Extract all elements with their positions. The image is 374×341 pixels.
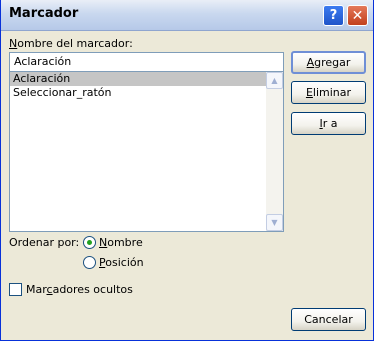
hidden-bookmarks-label[interactable]: Marcadores ocultos: [26, 283, 133, 296]
goto-button[interactable]: Ir a: [291, 112, 366, 135]
hidden-bookmarks-checkbox[interactable]: [9, 283, 22, 296]
list-scrollbar[interactable]: ▲ ▼: [266, 72, 283, 231]
chevron-up-icon: ▲: [271, 76, 278, 85]
bookmark-name-input[interactable]: Aclaración: [9, 52, 284, 72]
scroll-up-button[interactable]: ▲: [266, 72, 283, 89]
sort-by-position-label[interactable]: Posición: [99, 256, 144, 269]
help-button[interactable]: ?: [323, 5, 344, 26]
title-bar[interactable]: Marcador ? ✕: [1, 0, 373, 31]
delete-button[interactable]: Eliminar: [291, 81, 366, 104]
cancel-button[interactable]: Cancelar: [291, 308, 366, 331]
sort-label: Ordenar por:: [9, 236, 80, 249]
sort-by-name-label[interactable]: Nombre: [99, 236, 143, 249]
radio-selected-dot: [87, 240, 92, 245]
chevron-down-icon: ▼: [271, 218, 278, 227]
add-button[interactable]: Agregar: [291, 51, 366, 74]
bookmark-list[interactable]: Aclaración Seleccionar_ratón ▲ ▼: [9, 72, 284, 232]
scroll-down-button[interactable]: ▼: [266, 214, 283, 231]
list-item[interactable]: Aclaración: [10, 72, 266, 86]
bookmark-dialog: Marcador ? ✕ Nombre del marcador: Aclara…: [0, 0, 374, 341]
help-icon: ?: [329, 8, 338, 23]
sort-by-name-radio[interactable]: [83, 236, 96, 249]
dialog-title: Marcador: [9, 6, 79, 21]
close-button[interactable]: ✕: [347, 5, 368, 26]
list-item[interactable]: Seleccionar_ratón: [10, 86, 266, 100]
sort-by-position-radio[interactable]: [83, 256, 96, 269]
close-icon: ✕: [351, 7, 364, 24]
bookmark-name-label: Nombre del marcador:: [9, 37, 133, 50]
